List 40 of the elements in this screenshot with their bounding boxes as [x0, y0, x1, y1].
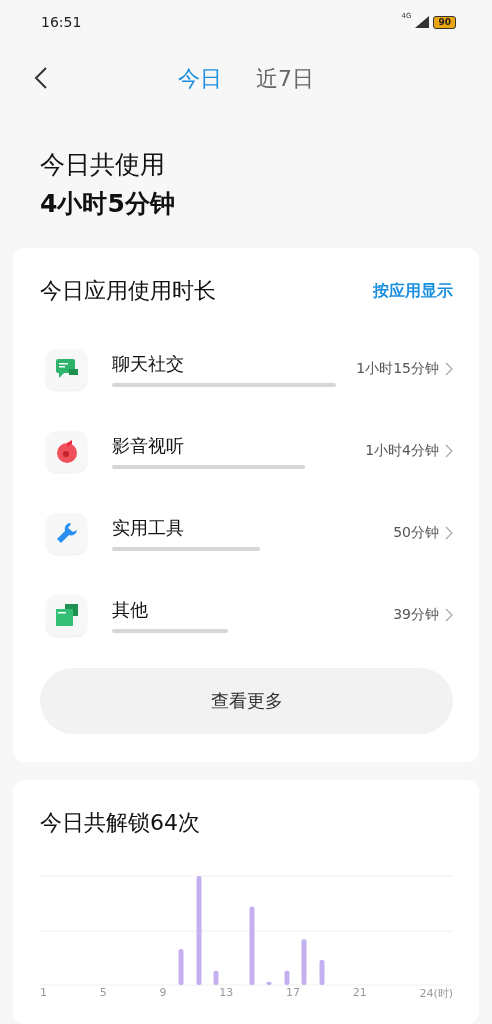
axis-label: 13: [219, 986, 234, 1001]
tab[interactable]: 近7日: [256, 64, 314, 94]
status-time: 16:51: [41, 14, 82, 30]
signal-icon: [415, 16, 430, 28]
axis-label: 17: [285, 986, 300, 1001]
chevron-icon[interactable]: [445, 526, 453, 540]
usage-duration: 1小时4分钟: [365, 442, 439, 460]
summary-title: 今日共使用: [40, 149, 166, 181]
chart-bar: [178, 949, 184, 985]
chart-bar: [266, 981, 272, 985]
total-usage: 4小时5分钟: [40, 188, 176, 220]
category-name: 其他: [112, 597, 149, 622]
axis-label: 24(时): [419, 986, 453, 1001]
category-name: 影音视听: [112, 433, 185, 458]
tab[interactable]: 今日: [178, 64, 222, 94]
usage-duration: 39分钟: [393, 606, 439, 624]
chart-bar: [284, 970, 290, 985]
category-name: 实用工具: [112, 515, 185, 540]
category-name: 聊天社交: [112, 351, 185, 376]
chart-bar: [319, 959, 325, 985]
wrench-icon: [55, 522, 78, 544]
window-icon: [55, 604, 78, 626]
music-note-icon: [55, 439, 78, 463]
usage-duration: 1小时15分钟: [356, 360, 439, 378]
axis-label: 9: [159, 986, 167, 1001]
chevron-icon[interactable]: [445, 444, 453, 458]
show-by-app-link[interactable]: 按应用显示: [373, 280, 453, 302]
axis-label: 21: [352, 986, 367, 1001]
axis-label: 1: [40, 986, 47, 1001]
battery-level: 90: [433, 15, 456, 29]
view-more-button[interactable]: 查看更多: [40, 668, 453, 734]
usage-duration: 50分钟: [393, 524, 439, 542]
chat-icon: [55, 359, 78, 379]
card-title: 今日应用使用时长: [40, 277, 216, 305]
card-title: 今日共解锁64次: [40, 810, 200, 835]
chevron-icon[interactable]: [445, 608, 453, 622]
axis-label: 5: [99, 986, 107, 1001]
chart-bar: [301, 939, 307, 985]
chart-bar: [213, 970, 219, 985]
chevron-icon[interactable]: [445, 362, 453, 376]
